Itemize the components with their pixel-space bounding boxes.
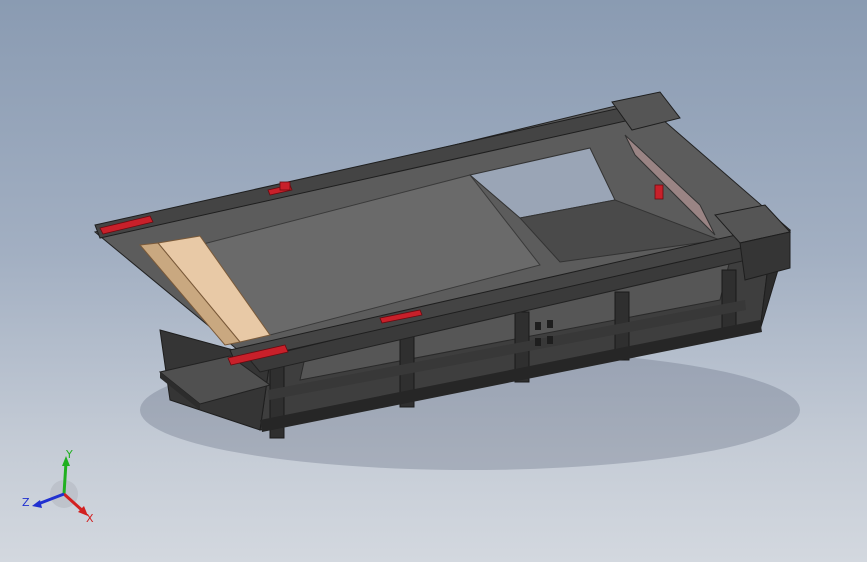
z-axis-label: Z — [22, 496, 30, 509]
3d-model-frame[interactable] — [0, 0, 867, 562]
z-axis-arrow-icon — [32, 500, 42, 508]
y-axis-line — [62, 461, 68, 495]
cad-viewport[interactable]: Y X Z — [0, 0, 867, 562]
x-axis-label: X — [86, 512, 94, 525]
y-axis-label: Y — [65, 448, 73, 461]
axis-triad: Y X Z — [22, 448, 94, 525]
